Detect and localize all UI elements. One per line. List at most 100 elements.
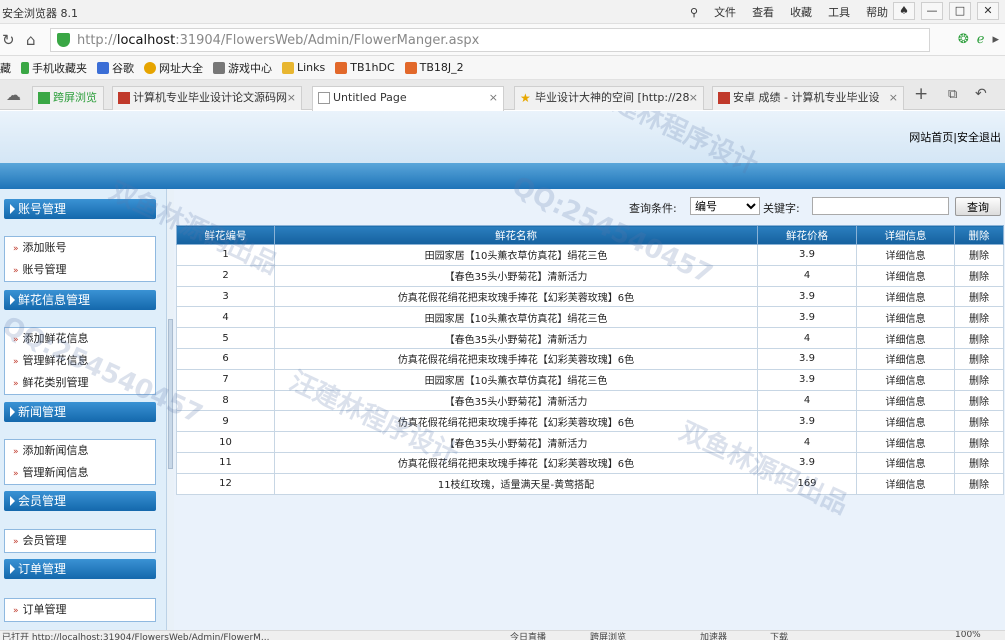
bullet-icon: » xyxy=(13,469,19,479)
skin-icon[interactable]: ♠ xyxy=(893,2,915,20)
sidebar-item-add-flower[interactable]: » 添加鲜花信息 xyxy=(5,328,155,350)
globe-icon xyxy=(144,61,156,74)
cell-delete-link[interactable]: 删除 xyxy=(954,431,1004,453)
cell-name: 11枝红玫瑰，适量满天星-黄莺搭配 xyxy=(274,472,758,495)
cell-id: 3 xyxy=(176,285,275,308)
sidebar-item-manage-news[interactable]: » 管理新闻信息 xyxy=(5,462,155,484)
cell-detail-link[interactable]: 详细信息 xyxy=(856,285,955,308)
cell-delete-link[interactable]: 删除 xyxy=(954,451,1004,474)
cell-delete-link[interactable]: 删除 xyxy=(954,327,1004,349)
close-icon[interactable]: ✕ xyxy=(977,2,999,20)
keyword-input[interactable] xyxy=(812,197,949,215)
tab-close-icon[interactable]: × xyxy=(489,87,498,109)
cell-detail-link[interactable]: 详细信息 xyxy=(856,306,955,329)
sidebar-item-flower-category[interactable]: » 鲜花类别管理 xyxy=(5,372,155,394)
sidebar-item-add-account[interactable]: » 添加账号 xyxy=(5,237,155,259)
tab-close-icon[interactable]: × xyxy=(889,87,898,109)
status-accelerator[interactable]: 加速器 xyxy=(700,631,727,640)
scrollbar-thumb[interactable] xyxy=(168,319,173,469)
minimize-icon[interactable]: — xyxy=(921,2,943,20)
fav-directory[interactable]: 网址大全 xyxy=(144,60,203,76)
sidebar-section-members[interactable]: 会员管理 xyxy=(4,491,156,511)
status-live[interactable]: 今日直播 xyxy=(510,631,546,640)
cell-detail-link[interactable]: 详细信息 xyxy=(856,472,955,495)
undo-icon[interactable]: ↶ xyxy=(975,86,987,102)
fav-games[interactable]: 游戏中心 xyxy=(213,60,272,76)
tab-space[interactable]: ★ 毕业设计大神的空间 [http://28 × xyxy=(514,86,704,110)
cell-delete-link[interactable]: 删除 xyxy=(954,264,1004,287)
tab-android[interactable]: 安卓 成绩 - 计算机专业毕业设 × xyxy=(712,86,904,110)
status-cross-screen[interactable]: 跨屏浏览 xyxy=(590,631,626,640)
address-icons: ❂ ℯ ▸ xyxy=(958,32,999,47)
cell-detail-link[interactable]: 详细信息 xyxy=(856,327,955,349)
tab-cross-screen[interactable]: 跨屏浏览 xyxy=(32,86,104,110)
sidebar-item-add-news[interactable]: » 添加新闻信息 xyxy=(5,440,155,462)
home-link[interactable]: 网站首页 xyxy=(909,131,953,144)
maximize-icon[interactable]: □ xyxy=(949,2,971,20)
cell-detail-link[interactable]: 详细信息 xyxy=(856,389,955,412)
menu-favorites[interactable]: 收藏 xyxy=(790,4,812,20)
search-button[interactable]: 查询 xyxy=(955,197,1001,216)
tab-bar: ☁ 跨屏浏览 计算机专业毕业设计论文源码网 × Untitled Page × … xyxy=(0,80,1005,111)
menu-file[interactable]: 文件 xyxy=(714,4,736,20)
speed-mode-icon[interactable]: ℯ xyxy=(977,32,985,47)
cell-delete-link[interactable]: 删除 xyxy=(954,285,1004,308)
cell-detail-link[interactable]: 详细信息 xyxy=(856,451,955,474)
logout-link[interactable]: 安全退出 xyxy=(957,131,1001,144)
fav-tb2[interactable]: TB18J_2 xyxy=(404,61,464,74)
bullet-icon: » xyxy=(13,537,19,547)
user-icon[interactable]: ⚲ xyxy=(690,6,698,19)
cell-name: 仿真花假花绢花把束玫瑰手捧花【幻彩芙蓉玫瑰】6色 xyxy=(274,410,758,433)
cell-delete-link[interactable]: 删除 xyxy=(954,244,1004,266)
cell-delete-link[interactable]: 删除 xyxy=(954,306,1004,329)
cell-detail-link[interactable]: 详细信息 xyxy=(856,347,955,370)
fav-mobile[interactable]: 手机收藏夹 xyxy=(21,60,87,76)
cell-delete-link[interactable]: 删除 xyxy=(954,389,1004,412)
menu-tools[interactable]: 工具 xyxy=(828,4,850,20)
refresh-icon[interactable]: ↻ xyxy=(2,31,15,49)
sidebar-scrollbar[interactable] xyxy=(166,189,174,630)
sidebar-section-account[interactable]: 账号管理 xyxy=(4,199,156,219)
cell-detail-link[interactable]: 详细信息 xyxy=(856,431,955,453)
cell-detail-link[interactable]: 详细信息 xyxy=(856,410,955,433)
status-zoom[interactable]: 100% xyxy=(955,631,981,640)
cell-delete-link[interactable]: 删除 xyxy=(954,472,1004,495)
cell-detail-link[interactable]: 详细信息 xyxy=(856,264,955,287)
sidebar-item-manage-members[interactable]: » 会员管理 xyxy=(5,530,155,552)
table-row: 12 11枝红玫瑰，适量满天星-黄莺搭配 169 详细信息 删除 xyxy=(176,472,1004,495)
cell-delete-link[interactable]: 删除 xyxy=(954,410,1004,433)
fav-tb1[interactable]: TB1hDC xyxy=(335,61,395,74)
sidebar-section-flowers[interactable]: 鲜花信息管理 xyxy=(4,290,156,310)
status-download[interactable]: 下载 xyxy=(770,631,788,640)
cell-detail-link[interactable]: 详细信息 xyxy=(856,368,955,391)
fav-links[interactable]: Links xyxy=(282,61,325,74)
fav-google[interactable]: 谷歌 xyxy=(97,60,134,76)
tab-close-icon[interactable]: × xyxy=(689,87,698,109)
tab-untitled-page[interactable]: Untitled Page × xyxy=(312,86,504,111)
compat-mode-icon[interactable]: ❂ xyxy=(958,32,969,47)
tab-source-site[interactable]: 计算机专业毕业设计论文源码网 × xyxy=(112,86,302,110)
sidebar-section-news[interactable]: 新闻管理 xyxy=(4,402,156,422)
condition-select[interactable]: 编号 xyxy=(690,197,760,215)
cell-delete-link[interactable]: 删除 xyxy=(954,368,1004,391)
sidebar-item-manage-account[interactable]: » 账号管理 xyxy=(5,259,155,281)
col-header-id: 鲜花编号 xyxy=(176,225,275,245)
sidebar-box-news: » 添加新闻信息 » 管理新闻信息 xyxy=(4,439,156,485)
keyword-label: 关键字: xyxy=(763,202,800,215)
menu-view[interactable]: 查看 xyxy=(752,4,774,20)
sidebar-item-manage-orders[interactable]: » 订单管理 xyxy=(5,599,155,621)
tab-close-icon[interactable]: × xyxy=(287,87,296,109)
cloud-icon[interactable]: ☁ xyxy=(6,86,21,104)
sidebar-item-manage-flower[interactable]: » 管理鲜花信息 xyxy=(5,350,155,372)
menu-help[interactable]: 帮助 xyxy=(866,4,888,20)
home-icon[interactable]: ⌂ xyxy=(26,31,36,49)
url-input[interactable]: http://localhost:31904/FlowersWeb/Admin/… xyxy=(50,28,930,52)
flower-table: 鲜花编号 鲜花名称 鲜花价格 详细信息 删除 1 田园家居【10头薰衣草仿真花】绢… xyxy=(176,225,1004,495)
arrow-right-icon xyxy=(10,496,15,506)
restore-tabs-icon[interactable]: ⧉ xyxy=(948,87,957,102)
cell-detail-link[interactable]: 详细信息 xyxy=(856,244,955,266)
more-icon[interactable]: ▸ xyxy=(992,32,999,47)
new-tab-button[interactable]: + xyxy=(914,84,928,104)
cell-delete-link[interactable]: 删除 xyxy=(954,347,1004,370)
sidebar-section-orders[interactable]: 订单管理 xyxy=(4,559,156,579)
